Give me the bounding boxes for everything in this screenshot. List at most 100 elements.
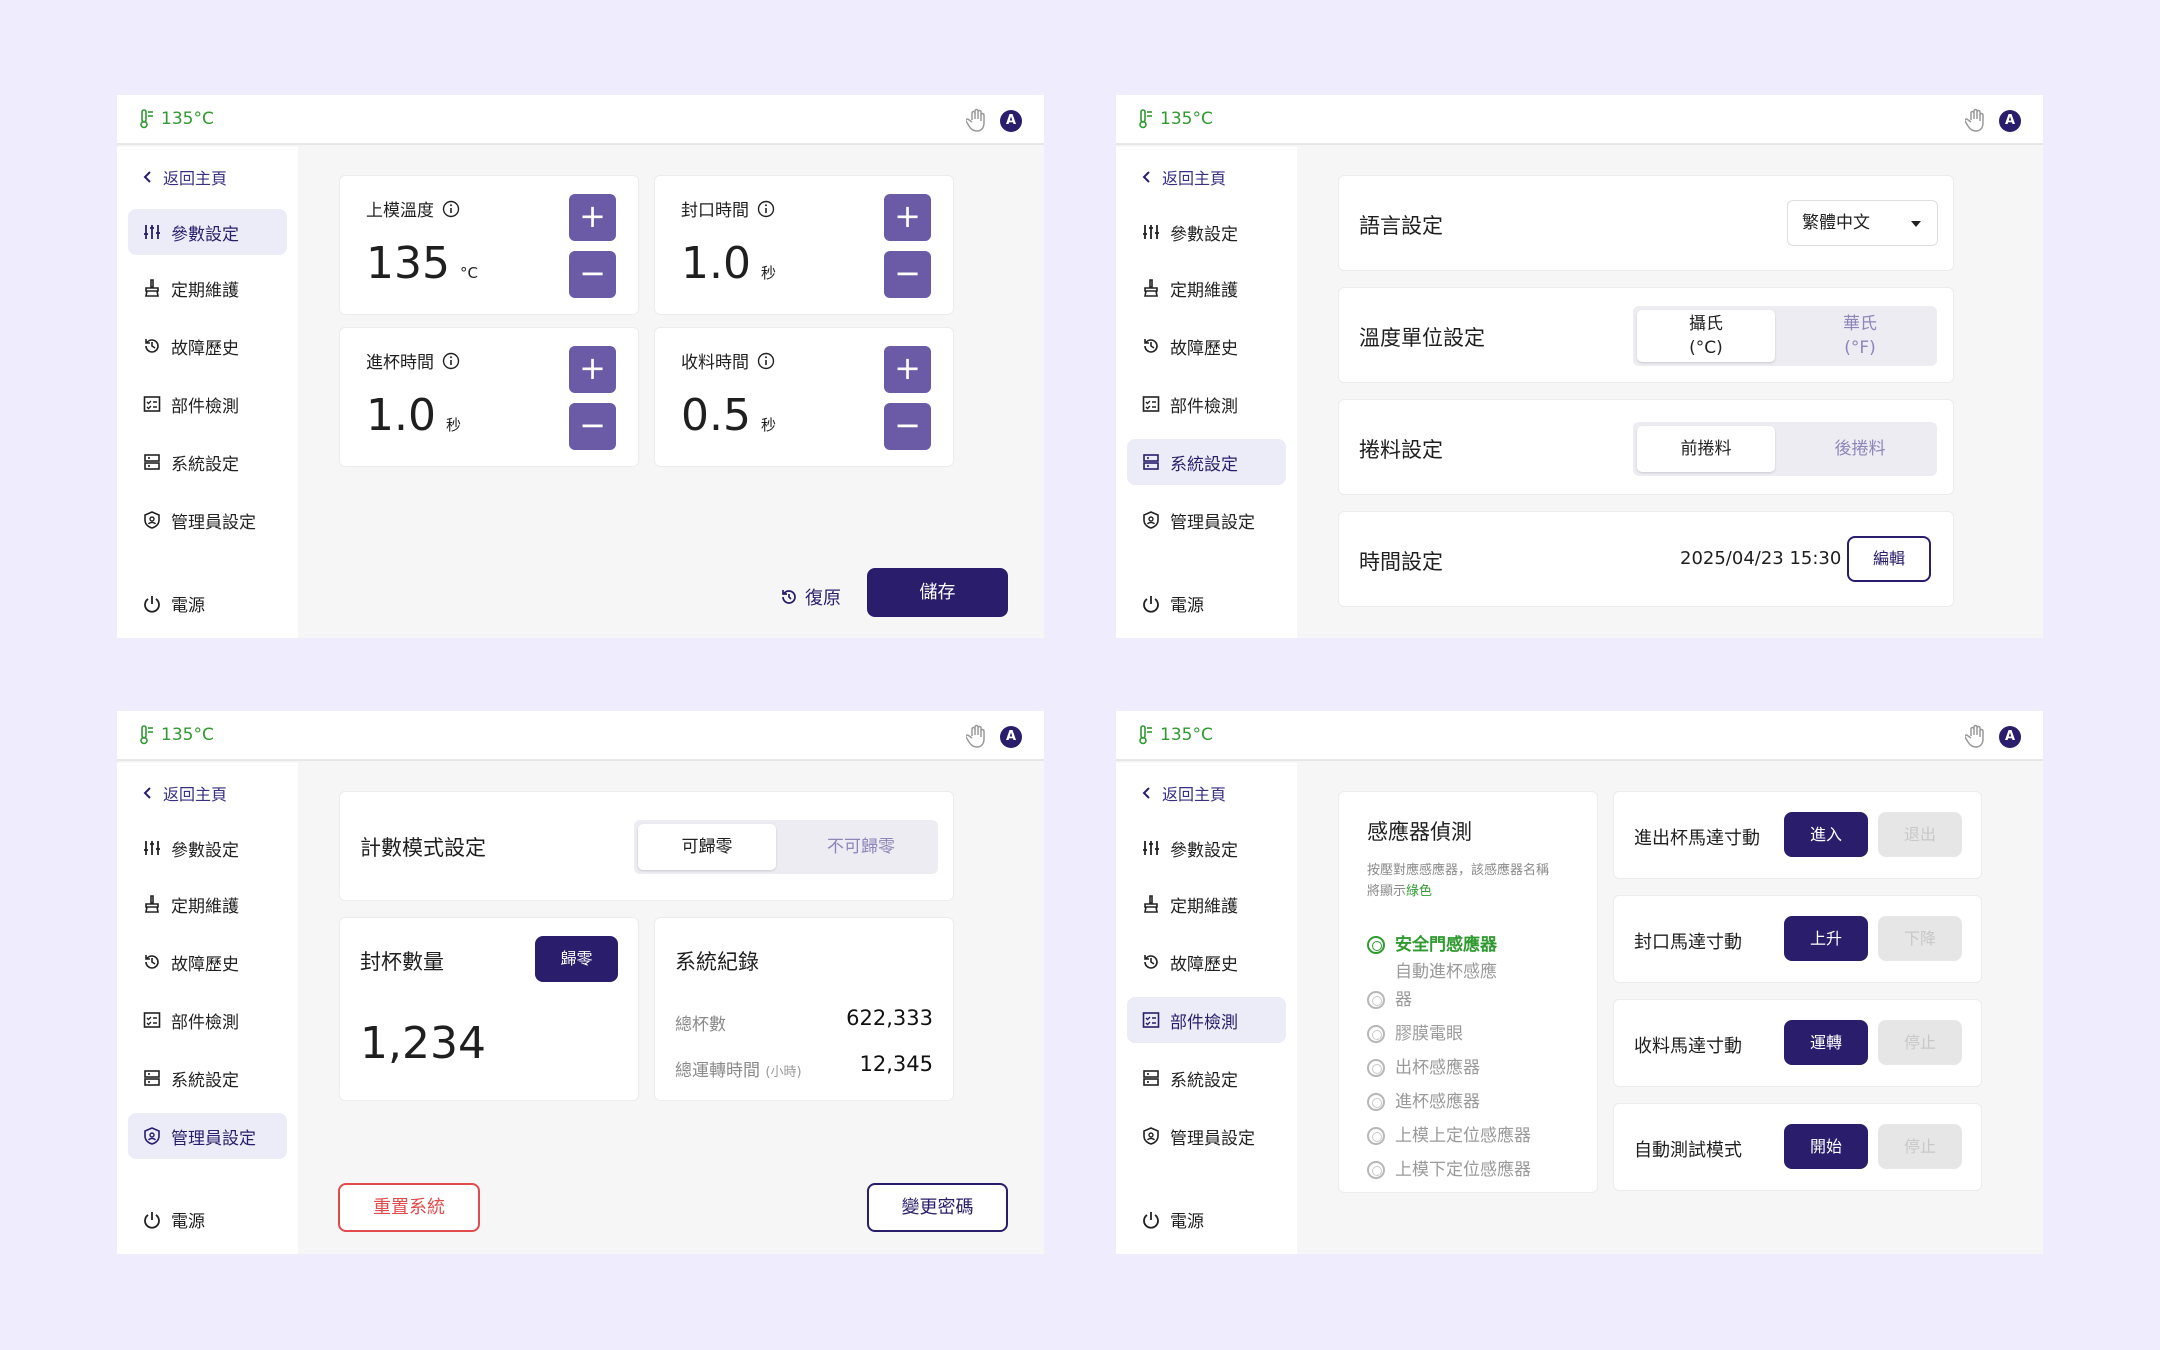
change-password-button[interactable]: 變更密碼 [867, 1183, 1008, 1232]
param-label-text: 收料時間 [681, 353, 749, 373]
total-cups-label: 總杯數 [675, 1015, 726, 1035]
hand-icon[interactable] [966, 108, 988, 132]
motor-off-button[interactable]: 下降 [1878, 916, 1962, 961]
increment-button[interactable]: + [884, 346, 931, 393]
temperature-indicator: 135°C [139, 725, 214, 745]
sidebar-item-fault-history[interactable]: 故障歷史 [1127, 323, 1286, 369]
celsius-option[interactable]: 攝氏 (°C) [1637, 310, 1775, 362]
param-label: 進杯時間 [366, 348, 460, 373]
sidebar-item-admin[interactable]: 管理員設定 [1127, 497, 1286, 543]
sidebar-item-system[interactable]: 系統設定 [1127, 1055, 1286, 1101]
sensor-hint-green: 綠色 [1406, 884, 1433, 899]
motor-off-button[interactable]: 退出 [1878, 812, 1962, 857]
motor-on-button[interactable]: 進入 [1784, 812, 1868, 857]
sidebar-item-system[interactable]: 系統設定 [1127, 439, 1286, 485]
info-icon[interactable] [757, 352, 775, 370]
sidebar-item-fault-history[interactable]: 故障歷史 [1127, 939, 1286, 985]
sidebar-item-parameters[interactable]: 參數設定 [1127, 209, 1286, 255]
avatar[interactable]: A [1999, 110, 2021, 132]
motor-on-button[interactable]: 開始 [1784, 1124, 1868, 1169]
sensor-item[interactable]: 膠膜電眼 [1367, 1021, 1463, 1047]
decrement-button[interactable]: − [569, 403, 616, 450]
chevron-left-icon [143, 787, 151, 799]
info-icon[interactable] [757, 200, 775, 218]
sensor-item[interactable]: 自動進杯感應 [1395, 959, 1497, 985]
sidebar-item-maintenance[interactable]: 定期維護 [128, 881, 287, 927]
sidebar-item-system[interactable]: 系統設定 [128, 1055, 287, 1101]
sidebar-item-label: 管理員設定 [1170, 1128, 1255, 1149]
system-log-card: 系統紀錄 總杯數 622,333 總運轉時間 (小時) 12,345 [654, 917, 954, 1101]
motor-row: 收料馬達寸動 運轉 停止 [1613, 999, 1982, 1087]
runtime-label: 總運轉時間 (小時) [675, 1056, 802, 1081]
roll-back-option[interactable]: 後捲料 [1791, 426, 1929, 472]
not-resettable-option[interactable]: 不可歸零 [792, 824, 930, 870]
resettable-option[interactable]: 可歸零 [638, 824, 776, 870]
thermometer-icon [1139, 725, 1152, 745]
motor-off-button[interactable]: 停止 [1878, 1020, 1962, 1065]
power-button[interactable]: 電源 [143, 1207, 205, 1232]
sidebar-item-admin[interactable]: 管理員設定 [128, 1113, 287, 1159]
info-icon[interactable] [442, 200, 460, 218]
sidebar-item-admin[interactable]: 管理員設定 [128, 497, 287, 543]
sidebar-item-parameters[interactable]: 參數設定 [1127, 825, 1286, 871]
reset-count-button[interactable]: 歸零 [535, 936, 618, 982]
avatar[interactable]: A [1000, 726, 1022, 748]
param-label-text: 上模溫度 [366, 201, 434, 221]
motor-off-button[interactable]: 停止 [1878, 1124, 1962, 1169]
power-button[interactable]: 電源 [1142, 591, 1204, 616]
save-button[interactable]: 儲存 [867, 568, 1008, 617]
motor-on-button[interactable]: 上升 [1784, 916, 1868, 961]
back-home-link[interactable]: 返回主頁 [143, 781, 227, 805]
power-button[interactable]: 電源 [1142, 1207, 1204, 1232]
sidebar-item-parts-check[interactable]: 部件檢測 [1127, 381, 1286, 427]
back-home-link[interactable]: 返回主頁 [1142, 781, 1226, 805]
roll-front-option[interactable]: 前捲料 [1637, 426, 1775, 472]
increment-button[interactable]: + [884, 194, 931, 241]
motor-on-button[interactable]: 運轉 [1784, 1020, 1868, 1065]
chevron-left-icon [1142, 171, 1150, 183]
cup-count-label: 封杯數量 [360, 950, 444, 974]
sidebar-item-admin[interactable]: 管理員設定 [1127, 1113, 1286, 1159]
sensor-item[interactable]: 上模上定位感應器 [1367, 1123, 1531, 1149]
hand-icon[interactable] [1965, 724, 1987, 748]
back-home-link[interactable]: 返回主頁 [143, 165, 227, 189]
language-select[interactable]: 繁體中文 [1787, 200, 1938, 246]
decrement-button[interactable]: − [569, 251, 616, 298]
hand-icon[interactable] [1965, 108, 1987, 132]
sidebar-item-label: 系統設定 [171, 1070, 239, 1091]
sensor-item[interactable]: 上模下定位感應器 [1367, 1157, 1531, 1183]
sidebar-item-maintenance[interactable]: 定期維護 [1127, 881, 1286, 927]
param-value: 0.5 秒 [681, 390, 776, 441]
sidebar-item-maintenance[interactable]: 定期維護 [1127, 265, 1286, 311]
temperature-value: 135°C [161, 725, 214, 745]
power-button[interactable]: 電源 [143, 591, 205, 616]
sidebar-item-parameters[interactable]: 參數設定 [128, 825, 287, 871]
increment-button[interactable]: + [569, 194, 616, 241]
hand-icon[interactable] [966, 724, 988, 748]
sidebar: 返回主頁 參數設定 定期維護 故障歷史 部件檢測 系統設定 管理員設定 電源 [117, 763, 298, 1254]
restore-button[interactable]: 復原 [779, 579, 869, 615]
increment-button[interactable]: + [569, 346, 616, 393]
avatar[interactable]: A [1000, 110, 1022, 132]
sidebar-item-parts-check[interactable]: 部件檢測 [128, 997, 287, 1043]
sidebar-item-parts-check[interactable]: 部件檢測 [1127, 997, 1286, 1043]
sensor-item[interactable]: 器 [1367, 987, 1412, 1013]
fahrenheit-option[interactable]: 華氏 (°F) [1791, 310, 1929, 362]
sidebar-item-fault-history[interactable]: 故障歷史 [128, 323, 287, 369]
sidebar-item-parts-check[interactable]: 部件檢測 [128, 381, 287, 427]
sidebar-item-parameters[interactable]: 參數設定 [128, 209, 287, 255]
sidebar-item-fault-history[interactable]: 故障歷史 [128, 939, 287, 985]
sidebar-item-system[interactable]: 系統設定 [128, 439, 287, 485]
language-setting-row: 語言設定 繁體中文 [1338, 175, 1954, 271]
sensor-item[interactable]: 進杯感應器 [1367, 1089, 1480, 1115]
decrement-button[interactable]: − [884, 251, 931, 298]
info-icon[interactable] [442, 352, 460, 370]
sidebar-item-maintenance[interactable]: 定期維護 [128, 265, 287, 311]
back-home-link[interactable]: 返回主頁 [1142, 165, 1226, 189]
edit-time-button[interactable]: 編輯 [1847, 536, 1931, 582]
decrement-button[interactable]: − [884, 403, 931, 450]
reset-system-button[interactable]: 重置系統 [338, 1183, 480, 1232]
sensor-item[interactable]: 出杯感應器 [1367, 1055, 1480, 1081]
avatar[interactable]: A [1999, 726, 2021, 748]
sensor-item[interactable]: 安全門感應器 [1367, 932, 1497, 958]
